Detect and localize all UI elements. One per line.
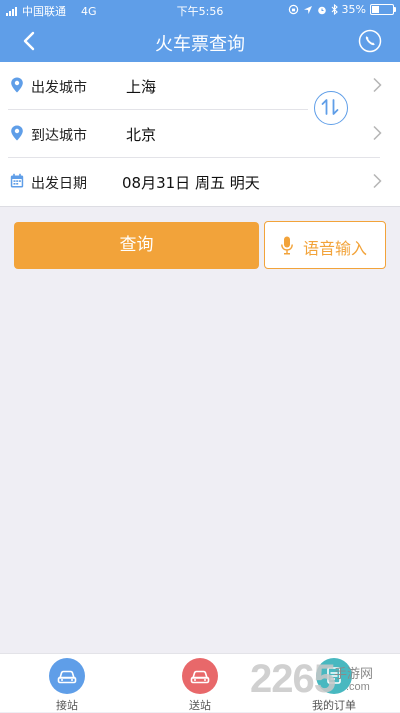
orders-circle bbox=[316, 658, 352, 694]
tab-bar: 接站 送站 我的订单 bbox=[0, 653, 400, 712]
departure-date-value: 08月31日 周五 明天 bbox=[122, 174, 260, 192]
lock-rotation-icon bbox=[288, 4, 298, 15]
phone-button[interactable] bbox=[358, 29, 382, 53]
car-icon bbox=[190, 670, 210, 684]
battery-icon bbox=[370, 4, 396, 15]
tab-pickup[interactable]: 接站 bbox=[17, 654, 117, 712]
alarm-icon bbox=[317, 6, 326, 14]
swap-cities-button[interactable] bbox=[314, 91, 348, 125]
location-arrow-icon bbox=[303, 5, 312, 14]
tab-dropoff[interactable]: 送站 bbox=[150, 654, 250, 712]
arrival-city-label: 到达城市 bbox=[31, 128, 87, 144]
location-pin-icon bbox=[11, 125, 23, 141]
departure-city-label: 出发城市 bbox=[31, 80, 87, 96]
ticket-form: 出发城市 上海 到达城市 北京 出发日期 08月31日 周五 明天 bbox=[0, 62, 400, 207]
location-pin-icon bbox=[11, 77, 23, 93]
arrival-city-value: 北京 bbox=[126, 126, 157, 144]
status-bar: 中国联通 4G 下午5:56 35% bbox=[0, 0, 400, 20]
departure-date-label: 出发日期 bbox=[31, 176, 87, 192]
nav-bar: 火车票查询 bbox=[0, 20, 400, 62]
chevron-right-icon bbox=[373, 77, 382, 93]
status-right: 35% bbox=[288, 3, 396, 16]
bluetooth-icon bbox=[331, 4, 338, 15]
car-icon bbox=[57, 670, 77, 684]
voice-input-button[interactable]: 语音输入 bbox=[264, 221, 386, 269]
page-title: 火车票查询 bbox=[155, 34, 245, 55]
dropoff-circle bbox=[182, 658, 218, 694]
swap-arrows-icon bbox=[321, 99, 339, 115]
pickup-circle bbox=[49, 658, 85, 694]
phone-icon bbox=[358, 29, 382, 53]
search-button[interactable]: 查询 bbox=[14, 222, 259, 269]
departure-city-value: 上海 bbox=[126, 78, 157, 96]
tab-my-orders[interactable]: 我的订单 bbox=[284, 654, 384, 712]
voice-input-label: 语音输入 bbox=[303, 239, 368, 258]
departure-date-row[interactable]: 出发日期 08月31日 周五 明天 bbox=[0, 158, 400, 205]
microphone-icon bbox=[281, 236, 293, 255]
battery-percent: 35% bbox=[341, 3, 366, 16]
battery-fill bbox=[372, 6, 379, 13]
order-icon bbox=[327, 667, 341, 684]
chevron-right-icon bbox=[373, 125, 382, 141]
chevron-right-icon bbox=[373, 173, 382, 189]
calendar-icon bbox=[10, 173, 24, 188]
